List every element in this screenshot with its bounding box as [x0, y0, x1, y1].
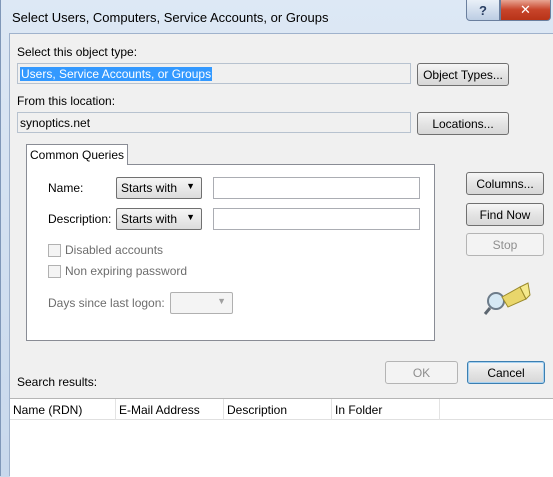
common-queries-panel: Name: Starts with ▼ Description: Starts …	[26, 164, 435, 341]
stop-button[interactable]: Stop	[466, 233, 544, 256]
object-type-label: Select this object type:	[17, 45, 138, 59]
location-label: From this location:	[17, 94, 116, 108]
column-header-description[interactable]: Description	[224, 399, 332, 421]
days-since-logon-label: Days since last logon:	[48, 296, 165, 310]
title-bar[interactable]: Select Users, Computers, Service Account…	[1, 0, 553, 33]
window-title: Select Users, Computers, Service Account…	[12, 10, 329, 25]
object-type-field[interactable]: Users, Service Accounts, or Groups	[17, 63, 411, 84]
object-type-value: Users, Service Accounts, or Groups	[20, 67, 213, 81]
location-field: synoptics.net	[17, 112, 411, 133]
name-input[interactable]	[213, 177, 420, 199]
column-header-in-folder[interactable]: In Folder	[332, 399, 440, 421]
cancel-button[interactable]: Cancel	[467, 361, 545, 384]
description-match-value: Starts with	[121, 212, 178, 226]
tab-label: Common Queries	[29, 148, 125, 162]
search-results-list[interactable]	[10, 420, 553, 477]
chevron-down-icon: ▼	[217, 296, 226, 306]
help-button[interactable]: ?	[466, 0, 500, 21]
checkbox-box	[48, 264, 61, 278]
description-input[interactable]	[213, 208, 420, 230]
column-header-label: Name (RDN)	[13, 403, 83, 417]
disabled-accounts-label: Disabled accounts	[65, 243, 164, 257]
magnifier-flashlight-icon	[482, 279, 532, 319]
description-match-dropdown[interactable]: Starts with ▼	[116, 208, 202, 230]
results-table-header: Name (RDN) E-Mail Address Description In…	[10, 398, 553, 421]
search-results-label: Search results:	[17, 375, 98, 389]
column-header-label: E-Mail Address	[119, 403, 200, 417]
days-since-logon-dropdown[interactable]: ▼	[170, 292, 233, 314]
column-header-email[interactable]: E-Mail Address	[116, 399, 224, 421]
column-header-name[interactable]: Name (RDN)	[10, 399, 116, 421]
find-now-button[interactable]: Find Now	[466, 203, 544, 226]
location-value: synoptics.net	[20, 116, 91, 130]
chevron-down-icon: ▼	[186, 212, 195, 222]
name-label: Name:	[48, 181, 84, 195]
column-header-label: In Folder	[335, 403, 383, 417]
close-button[interactable]: ✕	[500, 0, 551, 21]
close-icon: ✕	[520, 2, 531, 17]
chevron-down-icon: ▼	[186, 181, 195, 191]
name-match-value: Starts with	[121, 181, 178, 195]
help-icon: ?	[479, 2, 487, 18]
non-expiring-password-label: Non expiring password	[65, 264, 188, 278]
dialog-window: Select Users, Computers, Service Account…	[0, 0, 553, 477]
disabled-accounts-checkbox[interactable]: Disabled accounts	[48, 243, 163, 257]
locations-button[interactable]: Locations...	[417, 112, 509, 135]
description-label: Description:	[48, 212, 112, 226]
object-types-button[interactable]: Object Types...	[417, 63, 509, 86]
tab-common-queries[interactable]: Common Queries	[26, 144, 128, 165]
dialog-client-area: Select this object type: Users, Service …	[9, 33, 553, 477]
name-match-dropdown[interactable]: Starts with ▼	[116, 177, 202, 199]
ok-button[interactable]: OK	[385, 361, 458, 384]
columns-button[interactable]: Columns...	[466, 172, 544, 195]
checkbox-box	[48, 243, 61, 257]
non-expiring-password-checkbox[interactable]: Non expiring password	[48, 264, 187, 278]
column-header-label: Description	[227, 403, 288, 417]
